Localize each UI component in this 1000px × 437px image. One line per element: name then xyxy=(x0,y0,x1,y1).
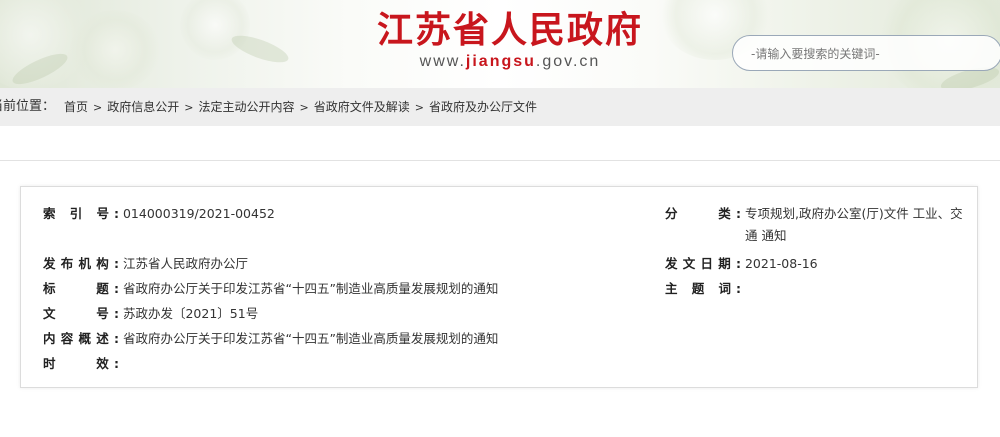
chevron-right-icon: > xyxy=(414,101,424,114)
flower-decoration xyxy=(180,0,250,60)
title-value: 省政府办公厅关于印发江苏省“十四五”制造业高质量发展规划的通知 xyxy=(122,281,499,296)
info-row-publisher: 发布机构: 江苏省人民政府办公厅 xyxy=(43,253,248,275)
flower-decoration xyxy=(70,10,160,88)
index-value: 014000319/2021-00452 xyxy=(122,206,275,221)
category-value: 专项规划,政府办公室(厅)文件 工业、交通 通知 xyxy=(744,206,963,243)
chevron-right-icon: > xyxy=(93,101,103,114)
chevron-right-icon: > xyxy=(299,101,309,114)
info-row-index: 索 引 号: 014000319/2021-00452 xyxy=(43,203,275,225)
summary-value: 省政府办公厅关于印发江苏省“十四五”制造业高质量发展规划的通知 xyxy=(122,331,499,346)
date-label: 发文日期: xyxy=(665,256,741,271)
chevron-right-icon: > xyxy=(184,101,194,114)
site-url[interactable]: www.jiangsu.gov.cn xyxy=(400,53,620,71)
site-title-logo[interactable]: 江苏省人民政府 xyxy=(360,10,660,50)
validity-label: 时 效: xyxy=(43,356,119,371)
url-suffix: .gov.cn xyxy=(535,53,601,70)
url-prefix: www. xyxy=(419,53,466,70)
title-label: 标 题: xyxy=(43,281,119,296)
search-input[interactable] xyxy=(751,44,981,64)
subject-label: 主 题 词: xyxy=(665,281,741,296)
index-label: 索 引 号: xyxy=(43,206,119,221)
docno-label: 文 号: xyxy=(43,306,119,321)
category-label: 分 类: xyxy=(665,206,741,221)
site-header: 江苏省人民政府 www.jiangsu.gov.cn xyxy=(0,0,1000,88)
info-row-title: 标 题: 省政府办公厅关于印发江苏省“十四五”制造业高质量发展规划的通知 xyxy=(43,278,498,300)
search-box xyxy=(732,35,1000,71)
docno-value: 苏政办发〔2021〕51号 xyxy=(122,306,259,321)
publisher-label: 发布机构: xyxy=(43,256,119,271)
breadcrumb-trail: 首页 > 政府信息公开 > 法定主动公开内容 > 省政府文件及解读 > 省政府及办公厅文件 xyxy=(64,88,537,127)
info-row-date: 发文日期: 2021-08-16 xyxy=(665,253,818,275)
breadcrumb-item-home[interactable]: 首页 xyxy=(64,100,88,114)
summary-label: 内容概述: xyxy=(43,331,119,346)
info-row-category: 分 类: 专项规划,政府办公室(厅)文件 工业、交通 通知 xyxy=(665,203,963,247)
breadcrumb-item-public-content[interactable]: 法定主动公开内容 xyxy=(198,100,294,114)
info-row-docno: 文 号: 苏政办发〔2021〕51号 xyxy=(43,303,258,325)
breadcrumb-item-office-docs[interactable]: 省政府及办公厅文件 xyxy=(429,100,537,114)
info-row-summary: 内容概述: 省政府办公厅关于印发江苏省“十四五”制造业高质量发展规划的通知 xyxy=(43,328,498,350)
document-info-card: 索 引 号: 014000319/2021-00452 分 类: 专项规划,政府… xyxy=(20,186,978,388)
publisher-value: 江苏省人民政府办公厅 xyxy=(122,256,248,271)
info-row-validity: 时 效: xyxy=(43,353,123,375)
section-divider xyxy=(0,160,1000,161)
breadcrumb-item-gov-docs[interactable]: 省政府文件及解读 xyxy=(314,100,410,114)
breadcrumb-item-gov-info[interactable]: 政府信息公开 xyxy=(107,100,179,114)
breadcrumb-label: 当前位置： xyxy=(0,99,56,114)
info-row-subject: 主 题 词: xyxy=(665,278,745,300)
breadcrumb: 当前位置： 首页 > 政府信息公开 > 法定主动公开内容 > 省政府文件及解读 > 省政府及办公… xyxy=(0,88,1000,126)
url-domain: jiangsu xyxy=(465,53,536,70)
date-value: 2021-08-16 xyxy=(744,256,818,271)
